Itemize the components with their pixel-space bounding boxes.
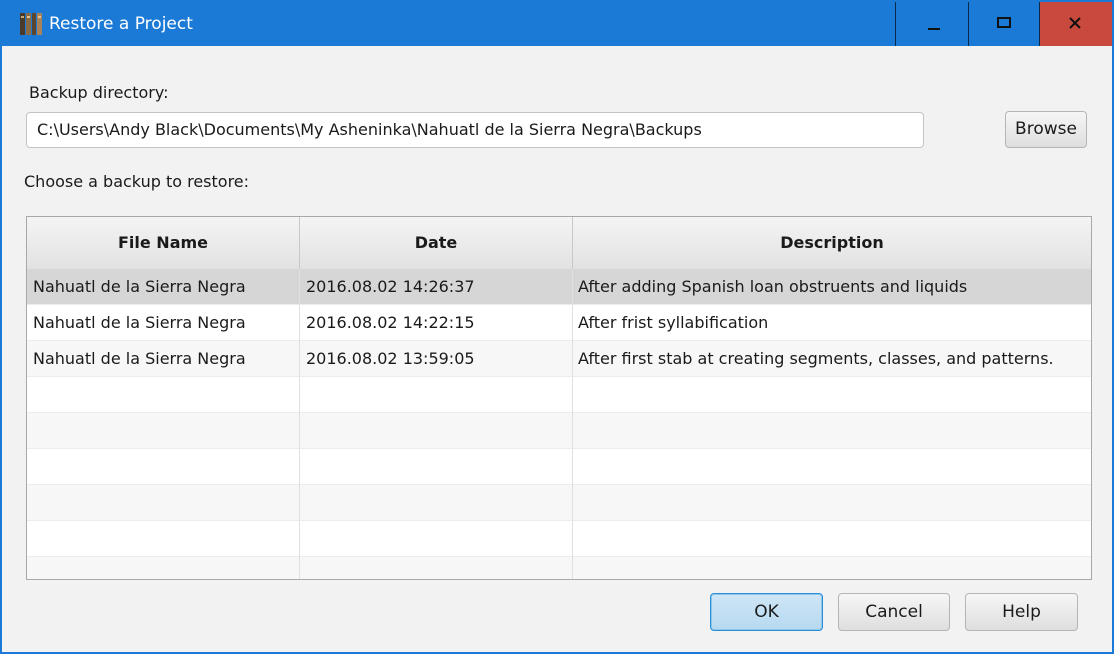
empty-cell <box>300 485 573 521</box>
table-row[interactable]: Nahuatl de la Sierra Negra 2016.08.02 14… <box>27 305 1091 341</box>
empty-cell <box>27 557 300 579</box>
empty-cell <box>27 377 300 413</box>
cancel-button[interactable]: Cancel <box>838 593 950 631</box>
empty-cell <box>300 449 573 485</box>
empty-cell <box>27 413 300 449</box>
empty-cell <box>27 449 300 485</box>
column-header-description[interactable]: Description <box>573 217 1091 269</box>
empty-cell <box>300 521 573 557</box>
empty-cell <box>573 413 1091 449</box>
empty-table-row <box>27 485 1091 521</box>
empty-cell <box>573 377 1091 413</box>
empty-cell <box>573 521 1091 557</box>
browse-button[interactable]: Browse <box>1005 111 1087 148</box>
ok-button[interactable]: OK <box>710 593 823 631</box>
minimize-icon <box>928 28 940 30</box>
date-cell: 2016.08.02 14:22:15 <box>300 305 573 341</box>
empty-cell <box>300 413 573 449</box>
backup-directory-field[interactable]: C:\Users\Andy Black\Documents\My Ashenin… <box>26 112 924 148</box>
empty-table-row <box>27 413 1091 449</box>
maximize-icon <box>997 17 1011 28</box>
column-header-date[interactable]: Date <box>300 217 573 269</box>
restore-project-dialog: Restore a Project Backup directory: C:\U… <box>0 0 1114 654</box>
title-bar[interactable]: Restore a Project <box>2 2 1112 46</box>
maximize-button[interactable] <box>968 2 1039 46</box>
empty-cell <box>27 485 300 521</box>
table-row[interactable]: Nahuatl de la Sierra Negra 2016.08.02 14… <box>27 269 1091 305</box>
date-cell: 2016.08.02 13:59:05 <box>300 341 573 377</box>
empty-cell <box>573 449 1091 485</box>
empty-table-row <box>27 521 1091 557</box>
empty-table-row <box>27 449 1091 485</box>
minimize-button[interactable] <box>895 2 968 46</box>
empty-cell <box>300 557 573 579</box>
description-cell: After frist syllabification <box>578 313 769 332</box>
table-row[interactable]: Nahuatl de la Sierra Negra 2016.08.02 13… <box>27 341 1091 377</box>
empty-cell <box>300 377 573 413</box>
empty-cell <box>573 557 1091 579</box>
column-header-file-name[interactable]: File Name <box>27 217 300 269</box>
close-icon <box>1069 17 1081 29</box>
close-button[interactable] <box>1039 2 1112 46</box>
date-cell: 2016.08.02 14:26:37 <box>300 269 573 305</box>
description-cell: After first stab at creating segments, c… <box>578 349 1054 368</box>
file-name-cell: Nahuatl de la Sierra Negra <box>27 269 300 305</box>
help-button[interactable]: Help <box>965 593 1078 631</box>
empty-cell <box>27 521 300 557</box>
table-header: File Name Date Description <box>27 217 1091 270</box>
empty-table-row <box>27 557 1091 579</box>
empty-table-row <box>27 377 1091 413</box>
choose-backup-label: Choose a backup to restore: <box>24 172 250 191</box>
backups-table[interactable]: File Name Date Description Nahuatl de la… <box>26 216 1092 580</box>
empty-cell <box>573 485 1091 521</box>
description-cell: After adding Spanish loan obstruents and… <box>578 277 968 296</box>
file-name-cell: Nahuatl de la Sierra Negra <box>27 305 300 341</box>
books-icon <box>19 12 43 36</box>
file-name-cell: Nahuatl de la Sierra Negra <box>27 341 300 377</box>
backup-directory-label: Backup directory: <box>29 83 169 102</box>
window-title: Restore a Project <box>49 14 193 34</box>
